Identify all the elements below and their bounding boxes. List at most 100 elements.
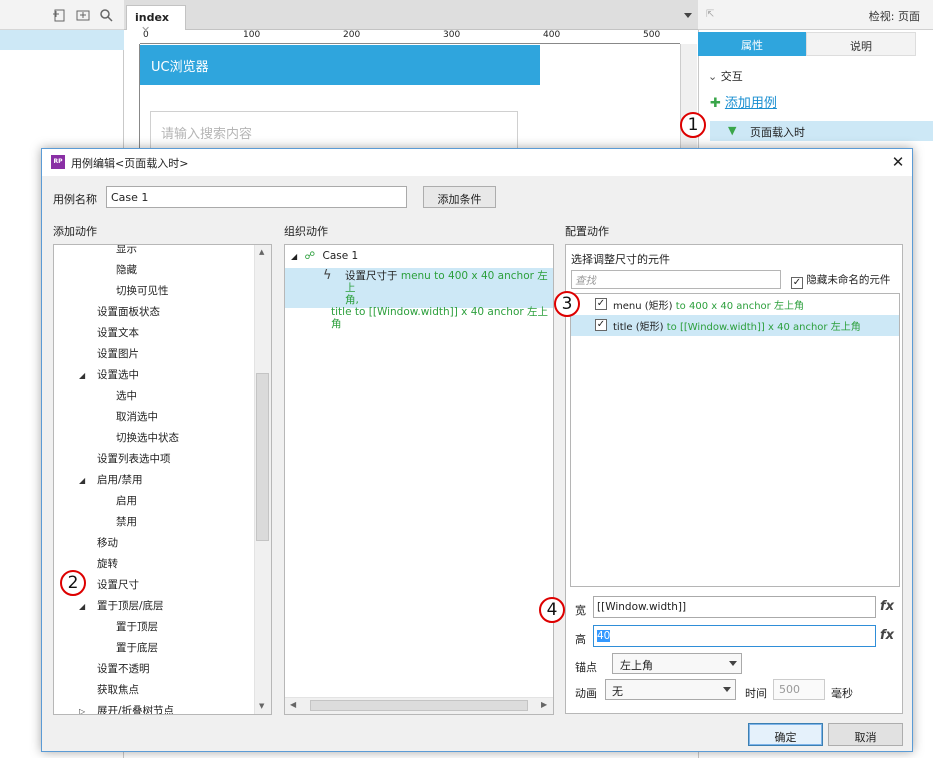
action-item-label: 启用/禁用 (97, 474, 143, 486)
width-input[interactable]: [[Window.width]] (593, 596, 876, 618)
anchor-label: 锚点 (575, 661, 597, 674)
action-list-scroll-thumb[interactable] (256, 373, 269, 541)
ruler-mark: 500 (643, 30, 661, 40)
vertical-ruler (124, 44, 140, 154)
cancel-button[interactable]: 取消 (828, 723, 903, 746)
element-checkbox[interactable]: ✓ (595, 319, 607, 331)
canvas-search-box: 请输入搜索内容 (150, 111, 518, 151)
tab-index[interactable]: index ✕ (126, 5, 186, 37)
action-item-label: 设置图片 (97, 348, 139, 360)
element-detail: to 400 x 40 anchor 左上角 (675, 301, 804, 312)
selected-page-row[interactable] (0, 30, 124, 50)
time-input[interactable]: 500 (773, 679, 825, 700)
anchor-select[interactable]: 左上角 (612, 653, 742, 674)
action-item[interactable]: 取消选中 (54, 407, 254, 428)
add-page-icon[interactable] (52, 8, 66, 22)
organize-hscroll-thumb[interactable] (310, 700, 528, 711)
tab-dropdown-icon[interactable] (684, 13, 692, 18)
case-name-label: 用例名称 (53, 193, 97, 206)
action-item[interactable]: 设置不透明 (54, 659, 254, 680)
tab-notes[interactable]: 说明 (806, 32, 916, 56)
action-item-label: 设置选中 (97, 369, 139, 381)
element-row-menu[interactable]: ✓ menu (矩形) to 400 x 40 anchor 左上角 (571, 294, 899, 315)
action-item[interactable]: 切换可见性 (54, 281, 254, 302)
animation-select[interactable]: 无 (605, 679, 736, 700)
expand-icon[interactable]: ▷ (79, 701, 85, 714)
action-item[interactable]: 选中 (54, 386, 254, 407)
action-item-label: 设置尺寸 (97, 579, 139, 591)
width-fx-icon[interactable]: fx (880, 599, 894, 614)
collapse-icon[interactable]: ◢ (79, 365, 85, 386)
element-name: menu (矩形) (613, 301, 673, 312)
scroll-left-icon[interactable]: ◀ (290, 700, 296, 709)
anchor-value: 左上角 (620, 659, 653, 672)
height-input[interactable]: 40 (593, 625, 876, 647)
action-item[interactable]: 设置文本 (54, 323, 254, 344)
hide-unnamed-label: 隐藏未命名的元件 (806, 274, 891, 286)
action-item-label: 取消选中 (116, 411, 158, 423)
action-item[interactable]: 设置图片 (54, 344, 254, 365)
action-item[interactable]: 禁用 (54, 512, 254, 533)
action-item[interactable]: ◢ 置于顶层/底层 (54, 596, 254, 617)
action-item-label: 选中 (116, 390, 137, 402)
checkbox-checked-icon[interactable]: ✓ (791, 277, 803, 289)
event-onload[interactable]: ▼ 页面载入时 (710, 121, 933, 141)
annotation-badge-4: 4 (539, 597, 565, 623)
action-item-label: 展开/折叠树节点 (97, 705, 175, 715)
action-item[interactable]: 启用 (54, 491, 254, 512)
element-name: title (矩形) (613, 322, 664, 333)
scroll-right-icon[interactable]: ▶ (541, 700, 547, 709)
action-item[interactable]: 置于底层 (54, 638, 254, 659)
action-item[interactable]: 设置面板状态 (54, 302, 254, 323)
case-name-input[interactable]: Case 1 (106, 186, 407, 208)
organize-hscrollbar[interactable]: ◀ ▶ (285, 697, 553, 714)
collapse-icon[interactable]: ⇱ (706, 9, 714, 20)
add-case-link[interactable]: ✚ 添加用例 (710, 92, 777, 111)
hide-unnamed-checkbox[interactable]: ✓ 隐藏未命名的元件 (791, 272, 891, 289)
organize-action-title: 组织动作 (284, 225, 328, 238)
add-folder-icon[interactable] (76, 8, 90, 22)
action-item-label: 置于底层 (116, 642, 158, 654)
interaction-section[interactable]: ⌄ 交互 (708, 68, 743, 84)
interaction-label: 交互 (720, 70, 743, 83)
action-item[interactable]: 获取焦点 (54, 680, 254, 701)
axure-logo-icon: RP (51, 155, 65, 169)
height-fx-icon[interactable]: fx (880, 628, 894, 643)
action-item[interactable]: 显示 (54, 245, 254, 260)
action-item[interactable]: ◢ 启用/禁用 (54, 470, 254, 491)
collapse-icon[interactable]: ◢ (79, 470, 85, 491)
set-size-action-node[interactable]: ϟ 设置尺寸于 menu to 400 x 40 anchor 左上 角, ti… (285, 268, 553, 330)
element-row-title[interactable]: ✓ title (矩形) to [[Window.width]] x 40 an… (571, 315, 899, 336)
action-item[interactable]: 隐藏 (54, 260, 254, 281)
tab-properties[interactable]: 属性 (698, 32, 806, 56)
width-label: 宽 (575, 604, 586, 617)
action-item[interactable]: 置于顶层 (54, 617, 254, 638)
element-detail: to [[Window.width]] x 40 anchor 左上角 (666, 322, 861, 333)
action-list-panel: 显示 隐藏 切换可见性 设置面板状态 设置文本设置图片 ◢ 设置选中选中取消选中切换选中状态… (53, 244, 272, 715)
ok-button[interactable]: 确定 (748, 723, 823, 746)
action-item-label: 禁用 (116, 516, 137, 528)
action-item[interactable]: 旋转 (54, 554, 254, 575)
filter-input[interactable]: 查找 (571, 270, 781, 289)
inspector-title: 检视: 页面 (868, 10, 920, 23)
annotation-badge-2: 2 (60, 570, 86, 596)
add-action-title: 添加动作 (53, 225, 97, 238)
element-checkbox[interactable]: ✓ (595, 298, 607, 310)
collapse-icon[interactable]: ◢ (79, 596, 85, 617)
expand-icon[interactable]: ◢ (291, 252, 297, 261)
search-icon[interactable] (99, 8, 113, 22)
add-condition-button[interactable]: 添加条件 (423, 186, 496, 208)
pages-toolbar (0, 0, 124, 30)
organize-panel: ◢ ☍ Case 1 ϟ 设置尺寸于 menu to 400 x 40 anch… (284, 244, 554, 715)
ruler-mark: 400 (543, 30, 561, 40)
action-item[interactable]: 设置列表选中项 (54, 449, 254, 470)
action-item[interactable]: 切换选中状态 (54, 428, 254, 449)
scroll-down-icon[interactable]: ▼ (259, 702, 264, 710)
action-item[interactable]: ◢ 设置选中 (54, 365, 254, 386)
action-item[interactable]: ▷ 展开/折叠树节点 (54, 701, 254, 715)
scroll-up-icon[interactable]: ▲ (259, 248, 264, 256)
case-node[interactable]: ◢ ☍ Case 1 (291, 250, 358, 266)
action-item[interactable]: 移动 (54, 533, 254, 554)
action-item-label: 置于顶层 (116, 621, 158, 633)
close-icon[interactable]: ✕ (888, 152, 908, 172)
